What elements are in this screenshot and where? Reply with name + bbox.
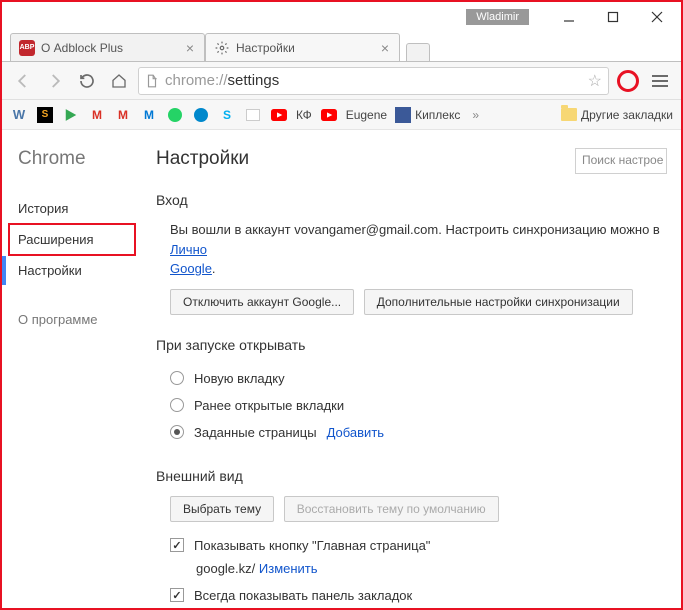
tab-adblock[interactable]: ABP О Adblock Plus × [10, 33, 205, 61]
tab-title: Настройки [236, 41, 379, 55]
folder-icon [561, 108, 577, 121]
close-button[interactable] [635, 3, 679, 31]
nav-extensions[interactable]: Расширения [8, 223, 136, 256]
section-appearance: Внешний вид Выбрать тему Восстановить те… [156, 468, 663, 609]
bookmark-kiplex[interactable]: Киплекс [395, 107, 460, 123]
bookmark-youtube-icon[interactable] [270, 106, 288, 124]
bookmark-gmail-icon[interactable]: M [88, 106, 106, 124]
bookmark-vk-icon[interactable]: W [10, 106, 28, 124]
content-area: Chrome История Расширения Настройки О пр… [2, 130, 681, 608]
disconnect-account-button[interactable]: Отключить аккаунт Google... [170, 289, 354, 315]
option-label: Заданные страницы [194, 425, 317, 440]
tab-strip: ABP О Adblock Plus × Настройки × [2, 32, 681, 62]
startup-pages-option[interactable]: Заданные страницы Добавить [170, 419, 663, 446]
settings-search-input[interactable]: Поиск настрое [575, 148, 667, 174]
settings-sidebar: Chrome История Расширения Настройки О пр… [2, 130, 142, 608]
checkbox-label: Всегда показывать панель закладок [194, 588, 412, 603]
maximize-button[interactable] [591, 3, 635, 31]
home-button[interactable] [106, 68, 132, 94]
bookmark-s-icon[interactable]: S [36, 106, 54, 124]
startup-previous-option[interactable]: Ранее открытые вкладки [170, 392, 663, 419]
home-page-value: google.kz/ Изменить [170, 559, 663, 582]
gear-icon [214, 40, 230, 56]
choose-theme-button[interactable]: Выбрать тему [170, 496, 274, 522]
login-text: Вы вошли в аккаунт vovangamer@gmail.com.… [170, 220, 663, 279]
address-bar[interactable]: chrome://settings ☆ [138, 67, 609, 95]
other-bookmarks[interactable]: Другие закладки [561, 108, 673, 122]
section-heading: Вход [156, 192, 663, 208]
bookmark-gmail2-icon[interactable]: M [114, 106, 132, 124]
sync-settings-button[interactable]: Дополнительные настройки синхронизации [364, 289, 633, 315]
section-startup: При запуске открывать Новую вкладку Ране… [156, 337, 663, 446]
bookmark-play-icon[interactable] [62, 106, 80, 124]
change-home-link[interactable]: Изменить [259, 561, 318, 576]
tab-title: О Adblock Plus [41, 41, 184, 55]
option-label: Ранее открытые вкладки [194, 398, 344, 413]
section-heading: Внешний вид [156, 468, 663, 484]
bookmark-kf[interactable]: КФ [296, 108, 312, 122]
reload-button[interactable] [74, 68, 100, 94]
bookmark-telegram-icon[interactable] [192, 106, 210, 124]
radio-icon [170, 398, 184, 412]
reset-theme-button: Восстановить тему по умолчанию [284, 496, 499, 522]
bookmark-eugene[interactable]: Eugene [346, 108, 387, 122]
bookmark-skype-icon[interactable]: S [218, 106, 236, 124]
forward-button[interactable] [42, 68, 68, 94]
nav-history[interactable]: История [18, 194, 142, 223]
section-login: Вход Вы вошли в аккаунт vovangamer@gmail… [156, 192, 663, 315]
user-badge[interactable]: Wladimir [466, 9, 529, 25]
add-pages-link[interactable]: Добавить [327, 425, 384, 440]
link-account[interactable]: Лично [170, 242, 207, 257]
bookmark-doc-icon[interactable] [244, 106, 262, 124]
tab-close-icon[interactable]: × [184, 40, 196, 56]
window-titlebar: Wladimir [2, 2, 681, 32]
menu-button[interactable] [647, 68, 673, 94]
nav-settings[interactable]: Настройки [2, 256, 142, 285]
checkbox-label: Показывать кнопку "Главная страница" [194, 538, 430, 553]
tab-settings[interactable]: Настройки × [205, 33, 400, 61]
new-tab-button[interactable] [406, 43, 430, 61]
minimize-button[interactable] [547, 3, 591, 31]
show-bookmarks-checkbox[interactable]: Всегда показывать панель закладок [170, 582, 663, 609]
link-google[interactable]: Google [170, 261, 212, 276]
url-text: chrome://settings [165, 72, 279, 89]
nav-about[interactable]: О программе [18, 305, 142, 334]
radio-icon [170, 425, 184, 439]
tab-close-icon[interactable]: × [379, 40, 391, 56]
show-home-checkbox[interactable]: Показывать кнопку "Главная страница" [170, 532, 663, 559]
section-heading: При запуске открывать [156, 337, 663, 353]
bookmark-bar: W S M M M S КФ Eugene Киплекс » Другие з… [2, 100, 681, 130]
bookmark-overflow-icon[interactable]: » [472, 108, 479, 122]
startup-newtab-option[interactable]: Новую вкладку [170, 365, 663, 392]
checkbox-icon [170, 588, 184, 602]
bookmark-star-icon[interactable]: ☆ [588, 71, 602, 91]
back-button[interactable] [10, 68, 36, 94]
bookmark-youtube2-icon[interactable] [320, 106, 338, 124]
radio-icon [170, 371, 184, 385]
opera-extension-icon[interactable] [615, 68, 641, 94]
option-label: Новую вкладку [194, 371, 285, 386]
page-icon [145, 74, 159, 88]
bookmark-whatsapp-icon[interactable] [166, 106, 184, 124]
bookmark-outlook-icon[interactable]: M [140, 106, 158, 124]
settings-main: Настройки Поиск настрое Вход Вы вошли в … [142, 130, 681, 608]
checkbox-icon [170, 538, 184, 552]
abp-icon: ABP [19, 40, 35, 56]
toolbar: chrome://settings ☆ [2, 62, 681, 100]
chrome-brand: Chrome [18, 148, 142, 170]
